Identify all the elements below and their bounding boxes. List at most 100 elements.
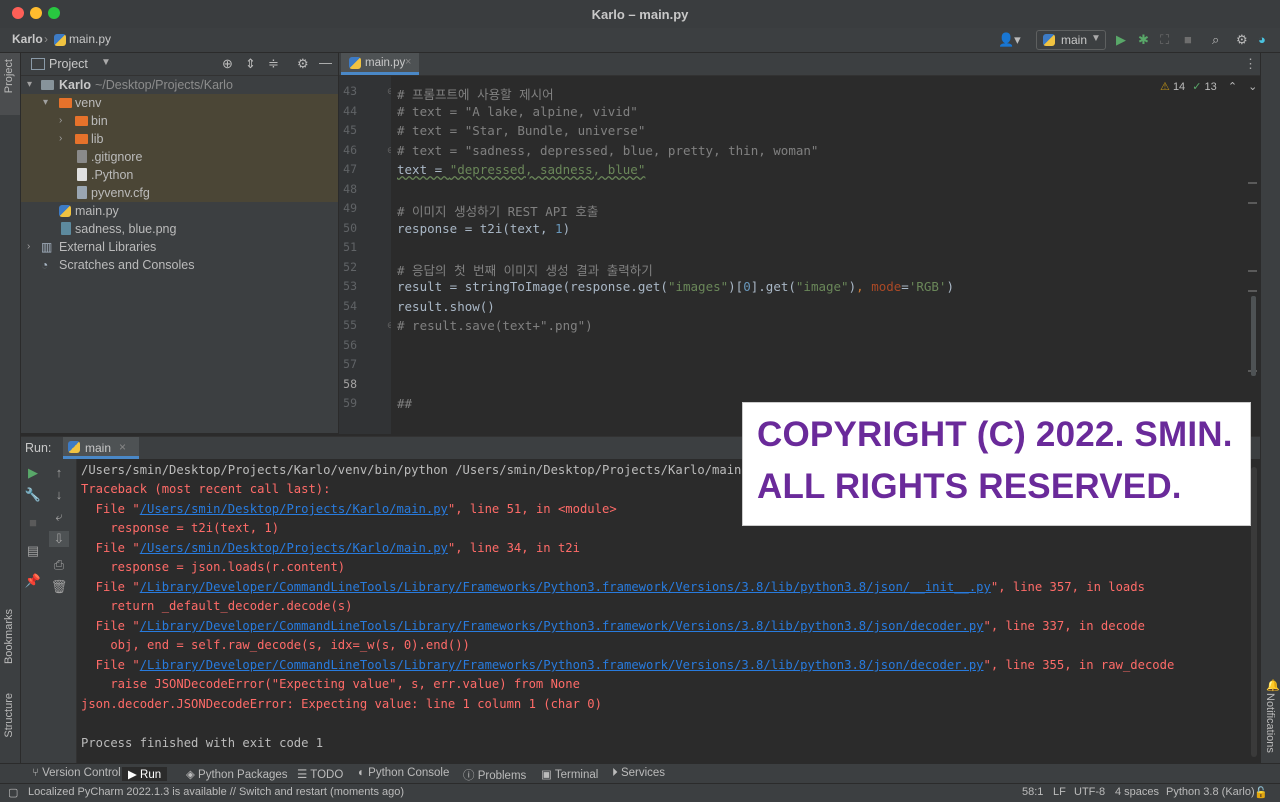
file-link[interactable]: /Library/Developer/CommandLineTools/Libr… (140, 658, 984, 672)
chevron-right-icon[interactable]: › (59, 130, 62, 148)
status-message[interactable]: Localized PyCharm 2022.1.3 is available … (28, 786, 404, 798)
tab-services[interactable]: ⏵ Services (612, 767, 665, 780)
tree-item-gitignore[interactable]: .gitignore (21, 148, 338, 166)
console-scrollbar[interactable] (1251, 467, 1257, 757)
tab-run[interactable]: ▶ Run (122, 767, 168, 781)
hide-panel-icon[interactable]: — (319, 55, 332, 70)
bell-icon[interactable]: 🔔 (1266, 679, 1280, 692)
trash-icon[interactable]: 🗑 (49, 579, 69, 595)
wrench-icon[interactable]: 🔧 (23, 487, 43, 503)
tree-item-png[interactable]: sadness, blue.png (21, 220, 338, 238)
file-link[interactable]: /Library/Developer/CommandLineTools/Libr… (140, 580, 991, 594)
tree-item-main-py[interactable]: main.py (21, 202, 338, 220)
tree-item-label: .Python (91, 168, 134, 182)
lock-icon[interactable]: 🔓 (1254, 786, 1268, 799)
rerun-icon[interactable]: ▶ (23, 465, 43, 481)
layout-icon[interactable]: ▤ (23, 543, 43, 559)
caret-position[interactable]: 58:1 (1022, 786, 1043, 798)
tree-item-lib[interactable]: › lib (21, 130, 338, 148)
tree-item-python[interactable]: .Python (21, 166, 338, 184)
bookmarks-tool-tab[interactable]: Bookmarks (3, 609, 15, 664)
chevron-down-icon[interactable]: ▾ (27, 76, 32, 94)
run-tab-main[interactable]: main × (63, 437, 139, 459)
more-icon[interactable]: ⋮ (1244, 56, 1257, 72)
console-line: File "/Library/Developer/CommandLineTool… (81, 619, 1145, 633)
tab-terminal[interactable]: ▣ Terminal (541, 767, 598, 781)
down-arrow-icon[interactable]: ↓ (49, 487, 69, 502)
project-panel-title[interactable]: Project (49, 57, 88, 71)
scrollbar-marker (1248, 270, 1257, 272)
soft-wrap-icon[interactable]: ⤶ (49, 509, 69, 525)
indent-setting[interactable]: 4 spaces (1115, 786, 1159, 798)
tree-item-external-libraries[interactable]: › ▥ External Libraries (21, 238, 338, 256)
tree-item-pyvenv[interactable]: pyvenv.cfg (21, 184, 338, 202)
breadcrumb-file[interactable]: main.py (69, 32, 111, 46)
breadcrumb-project[interactable]: Karlo (12, 32, 43, 46)
close-icon[interactable]: × (405, 56, 411, 68)
console-line: File "/Library/Developer/CommandLineTool… (81, 658, 1175, 672)
chevron-up-icon[interactable]: ⌃ (1228, 81, 1237, 93)
chevron-down-icon[interactable]: ▾ (43, 94, 48, 112)
scroll-to-end-icon[interactable]: ⇩ (49, 531, 69, 547)
chevron-down-icon[interactable]: ⌄ (1248, 81, 1257, 93)
tab-version-control[interactable]: ⑂ Version Control (32, 767, 121, 779)
code-line-53: result = stringToImage(response.get("ima… (397, 279, 954, 294)
line-separator[interactable]: LF (1053, 786, 1066, 798)
print-icon[interactable]: ⎙ (49, 557, 69, 573)
file-link[interactable]: /Library/Developer/CommandLineTools/Libr… (140, 619, 984, 633)
chevron-down-icon[interactable]: ▼ (101, 57, 111, 68)
code-editor[interactable]: # 프롬프트에 사용할 제시어 # text = "A lake, alpine… (391, 76, 1251, 434)
jetbrains-icon[interactable]: ◕ (1258, 32, 1266, 47)
run-icon[interactable]: ▶ (1116, 32, 1126, 48)
debug-icon[interactable]: ✱ (1138, 32, 1149, 48)
pin-icon[interactable]: 📌 (23, 573, 43, 589)
gear-icon[interactable]: ⚙ (297, 56, 309, 72)
editor-scrollbar[interactable] (1251, 296, 1256, 376)
chevron-right-icon[interactable]: › (59, 112, 62, 130)
locate-icon[interactable]: ⊕ (222, 56, 233, 72)
code-line-55: # result.save(text+".png") (397, 318, 593, 333)
line-number: 58 (343, 377, 357, 391)
run-configuration-select[interactable]: main ▼ (1036, 30, 1106, 50)
tab-problems[interactable]: ⓘ Problems (463, 767, 526, 783)
branch-icon: ⑂ (32, 767, 43, 779)
tab-python-console[interactable]: ◐ Python Console (358, 767, 449, 779)
tab-python-packages[interactable]: ◈ Python Packages (186, 767, 288, 781)
file-encoding[interactable]: UTF-8 (1074, 786, 1105, 798)
console-line: File "/Users/smin/Desktop/Projects/Karlo… (81, 502, 617, 516)
up-arrow-icon[interactable]: ↑ (49, 465, 69, 480)
search-icon[interactable]: ⌕ (1212, 32, 1219, 48)
python-interpreter[interactable]: Python 3.8 (Karlo) (1166, 786, 1255, 798)
project-tool-tab[interactable]: Project (0, 53, 20, 115)
chevron-right-icon[interactable]: › (27, 238, 30, 256)
scrollbar-marker (1248, 182, 1257, 184)
tree-item-bin[interactable]: › bin (21, 112, 338, 130)
coverage-icon[interactable]: ⛶ (1160, 32, 1169, 48)
close-icon[interactable]: × (119, 440, 126, 454)
code-token: ) (848, 279, 857, 294)
editor-gutter: 43 44 45 46 47 49 50 48 52 51 53 54 55 5… (339, 76, 395, 434)
stop-icon[interactable]: ■ (1184, 32, 1192, 47)
tree-item-scratches[interactable]: ◔ Scratches and Consoles (21, 256, 338, 274)
file-link[interactable]: /Users/smin/Desktop/Projects/Karlo/main.… (140, 502, 448, 516)
code-token: "images" (667, 279, 729, 294)
expand-all-icon[interactable]: ⇕ (245, 56, 256, 72)
code-line-50: response = t2i(text, 1) (397, 221, 570, 236)
console-line: response = t2i(text, 1) (81, 521, 280, 535)
inspection-widget[interactable]: ⚠ 14 ✓ 13 ⌃ ⌄ (1160, 80, 1257, 93)
gear-icon[interactable]: ⚙ (1236, 32, 1248, 48)
structure-tool-tab[interactable]: Structure (3, 693, 15, 738)
tree-root-karlo[interactable]: ▾ Karlo ~/Desktop/Projects/Karlo (21, 76, 338, 94)
tab-todo[interactable]: ☰ TODO (297, 767, 343, 781)
code-line-47: text = "depressed, sadness, blue" (397, 162, 645, 177)
notifications-tool-tab[interactable]: Notifications (1264, 693, 1276, 753)
tree-item-label: pyvenv.cfg (91, 186, 150, 200)
tree-item-venv[interactable]: ▾ venv (21, 94, 338, 112)
user-icon[interactable]: 👤▾ (998, 32, 1021, 48)
collapse-all-icon[interactable]: ≑ (268, 56, 279, 72)
stop-icon[interactable]: ■ (23, 515, 43, 530)
project-tool-label: Project (3, 59, 15, 94)
editor-tab-main-py[interactable]: main.py × (341, 53, 419, 75)
file-link[interactable]: /Users/smin/Desktop/Projects/Karlo/main.… (140, 541, 448, 555)
python-file-icon (349, 57, 361, 69)
